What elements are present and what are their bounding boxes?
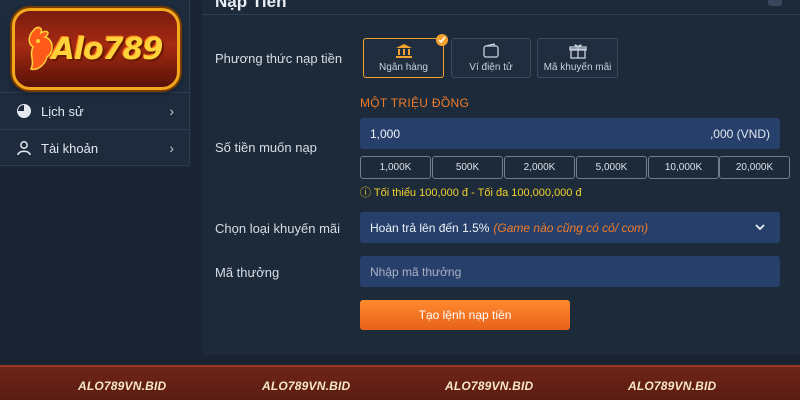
brand-logo[interactable]: Alo789 [12, 8, 180, 90]
method-label: Ví điện tử [469, 62, 513, 73]
sidebar-item-label: Tài khoản [41, 140, 99, 156]
create-deposit-button[interactable]: Tạo lệnh nạp tiền [360, 300, 570, 330]
limit-note: ⓘ Tối thiểu 100,000 đ - Tối đa 100,000,0… [360, 184, 582, 200]
logo-text: Alo789 [51, 31, 164, 67]
preset-amount-button[interactable]: 2,000K [504, 156, 575, 179]
footer-link[interactable]: ALO789VN.BID [262, 379, 350, 393]
bonus-code-label: Mã thưởng [215, 265, 280, 280]
footer-link[interactable]: ALO789VN.BID [445, 379, 533, 393]
preset-amount-button[interactable]: 10,000K [648, 156, 719, 179]
promo-value: Hoàn trả lên đến 1.5% [370, 220, 490, 235]
sidebar-item-account[interactable]: Tài khoản › [0, 129, 190, 166]
promo-label: Chọn loại khuyến mãi [215, 221, 341, 236]
method-promo-code[interactable]: Mã khuyến mãi [537, 38, 618, 78]
method-bank[interactable]: Ngân hàng [363, 34, 448, 78]
amount-suffix: ,000 (VND) [709, 127, 770, 141]
divider [202, 14, 800, 15]
footer-link[interactable]: ALO789VN.BID [78, 379, 166, 393]
amount-label: Số tiền muốn nạp [215, 140, 317, 155]
menu-handle[interactable] [768, 0, 782, 6]
promo-hint: (Game nào cũng có cỏ/ com) [493, 220, 649, 235]
amount-in-words: MỘT TRIỆU ĐỒNG [360, 96, 470, 110]
preset-amount-button[interactable]: 5,000K [576, 156, 647, 179]
chevron-right-icon: › [169, 140, 174, 156]
preset-amount-button[interactable]: 20,000K [719, 156, 790, 179]
method-label: Mã khuyến mãi [543, 62, 612, 73]
method-ewallet[interactable]: Ví điện tử [451, 38, 531, 78]
gift-icon [568, 43, 587, 59]
sidebar-item-label: Lịch sử [41, 103, 84, 119]
amount-input[interactable] [360, 126, 680, 141]
preset-amount-button[interactable]: 500K [432, 156, 503, 179]
history-icon [15, 102, 33, 120]
page-title: Nạp Tiền [215, 0, 287, 11]
promo-select[interactable]: Hoàn trả lên đến 1.5% (Game nào cũng có … [360, 212, 780, 243]
wallet-icon [482, 43, 500, 59]
bank-icon [395, 43, 413, 59]
amount-field[interactable]: ,000 (VND) [360, 118, 780, 149]
method-label: Phương thức nạp tiền [215, 51, 343, 66]
chevron-right-icon: › [169, 103, 174, 119]
user-icon [15, 139, 33, 157]
footer-link[interactable]: ALO789VN.BID [628, 379, 716, 393]
limit-text: Tối thiểu 100,000 đ - Tối đa 100,000,000… [373, 187, 582, 199]
method-label: Ngân hàng [379, 62, 428, 73]
bonus-code-input[interactable] [360, 256, 760, 287]
rooster-icon [28, 26, 53, 71]
info-icon: ⓘ [360, 187, 371, 199]
chevron-down-icon [754, 221, 766, 236]
checkmark-icon [436, 34, 448, 46]
bonus-code-field[interactable] [360, 256, 780, 287]
preset-amount-button[interactable]: 1,000K [360, 156, 431, 179]
footer-banner: ALO789VN.BID ALO789VN.BID ALO789VN.BID A… [0, 365, 800, 400]
sidebar-item-history[interactable]: Lịch sử › [0, 92, 190, 129]
